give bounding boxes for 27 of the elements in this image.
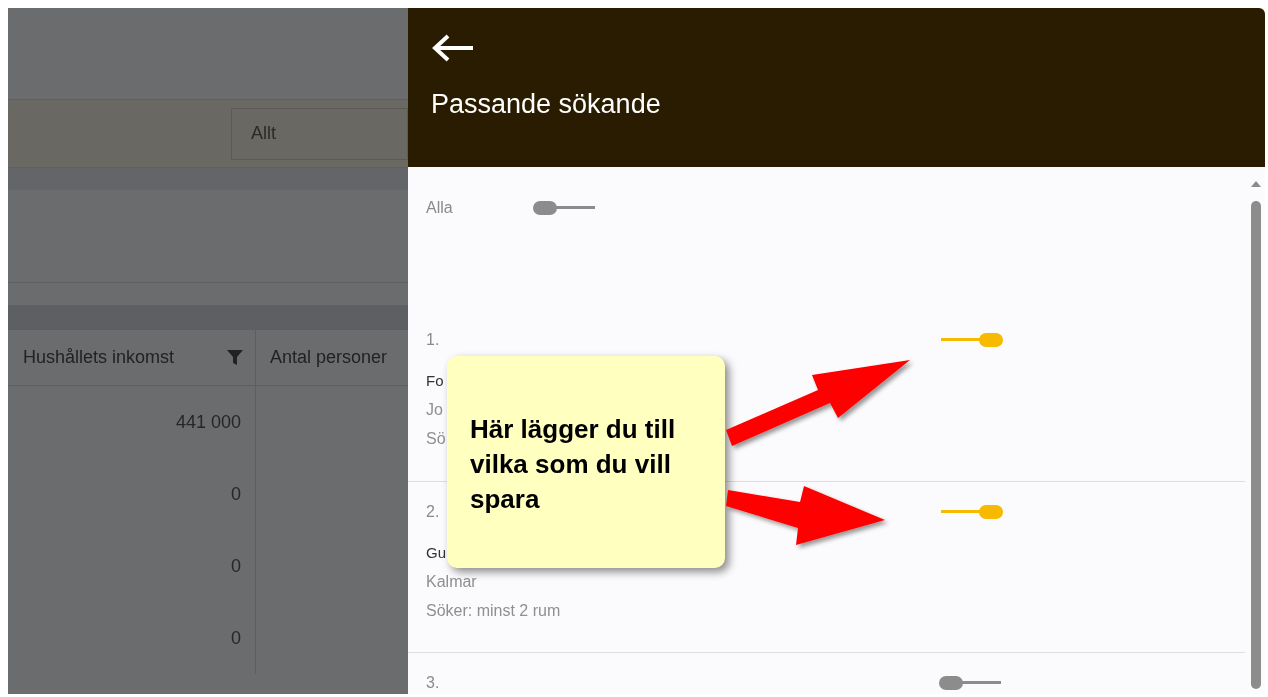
- panel-title: Passande sökande: [431, 88, 661, 121]
- toggle-switch[interactable]: [533, 200, 597, 216]
- applicant-detail: Kalmar: [426, 572, 477, 592]
- scrollbar[interactable]: [1250, 179, 1262, 689]
- applicant-name: Fo: [426, 371, 444, 391]
- applicant-detail: Sö: [426, 429, 446, 449]
- table-cell-text: 441 000: [175, 410, 241, 434]
- applicant-name: Gu: [426, 543, 446, 563]
- item-number: 3.: [426, 673, 440, 693]
- toggle-switch[interactable]: [939, 504, 1004, 520]
- item-number: 2.: [426, 502, 440, 522]
- filter-field[interactable]: Allt: [231, 107, 408, 160]
- toggle-switch[interactable]: [939, 332, 1004, 348]
- table-cell-text: 0: [231, 626, 241, 650]
- table-cell-text: 0: [231, 554, 241, 578]
- back-icon[interactable]: [431, 33, 475, 63]
- scroll-up-icon[interactable]: [1250, 179, 1262, 189]
- applicant-detail: Jo: [426, 400, 443, 420]
- table-cell-text: 0: [231, 482, 241, 506]
- toggle-label: Alla: [426, 198, 454, 218]
- toggle-switch[interactable]: [939, 675, 1004, 691]
- callout-note: Här lägger du till vilka som du vill spara: [447, 356, 725, 568]
- applicant-detail: Söker: minst 2 rum: [426, 601, 561, 621]
- item-number: 1.: [426, 330, 440, 350]
- column-header: Antal personer: [270, 346, 388, 369]
- filter-icon[interactable]: [227, 349, 243, 366]
- column-header: Hushållets inkomst: [23, 346, 175, 369]
